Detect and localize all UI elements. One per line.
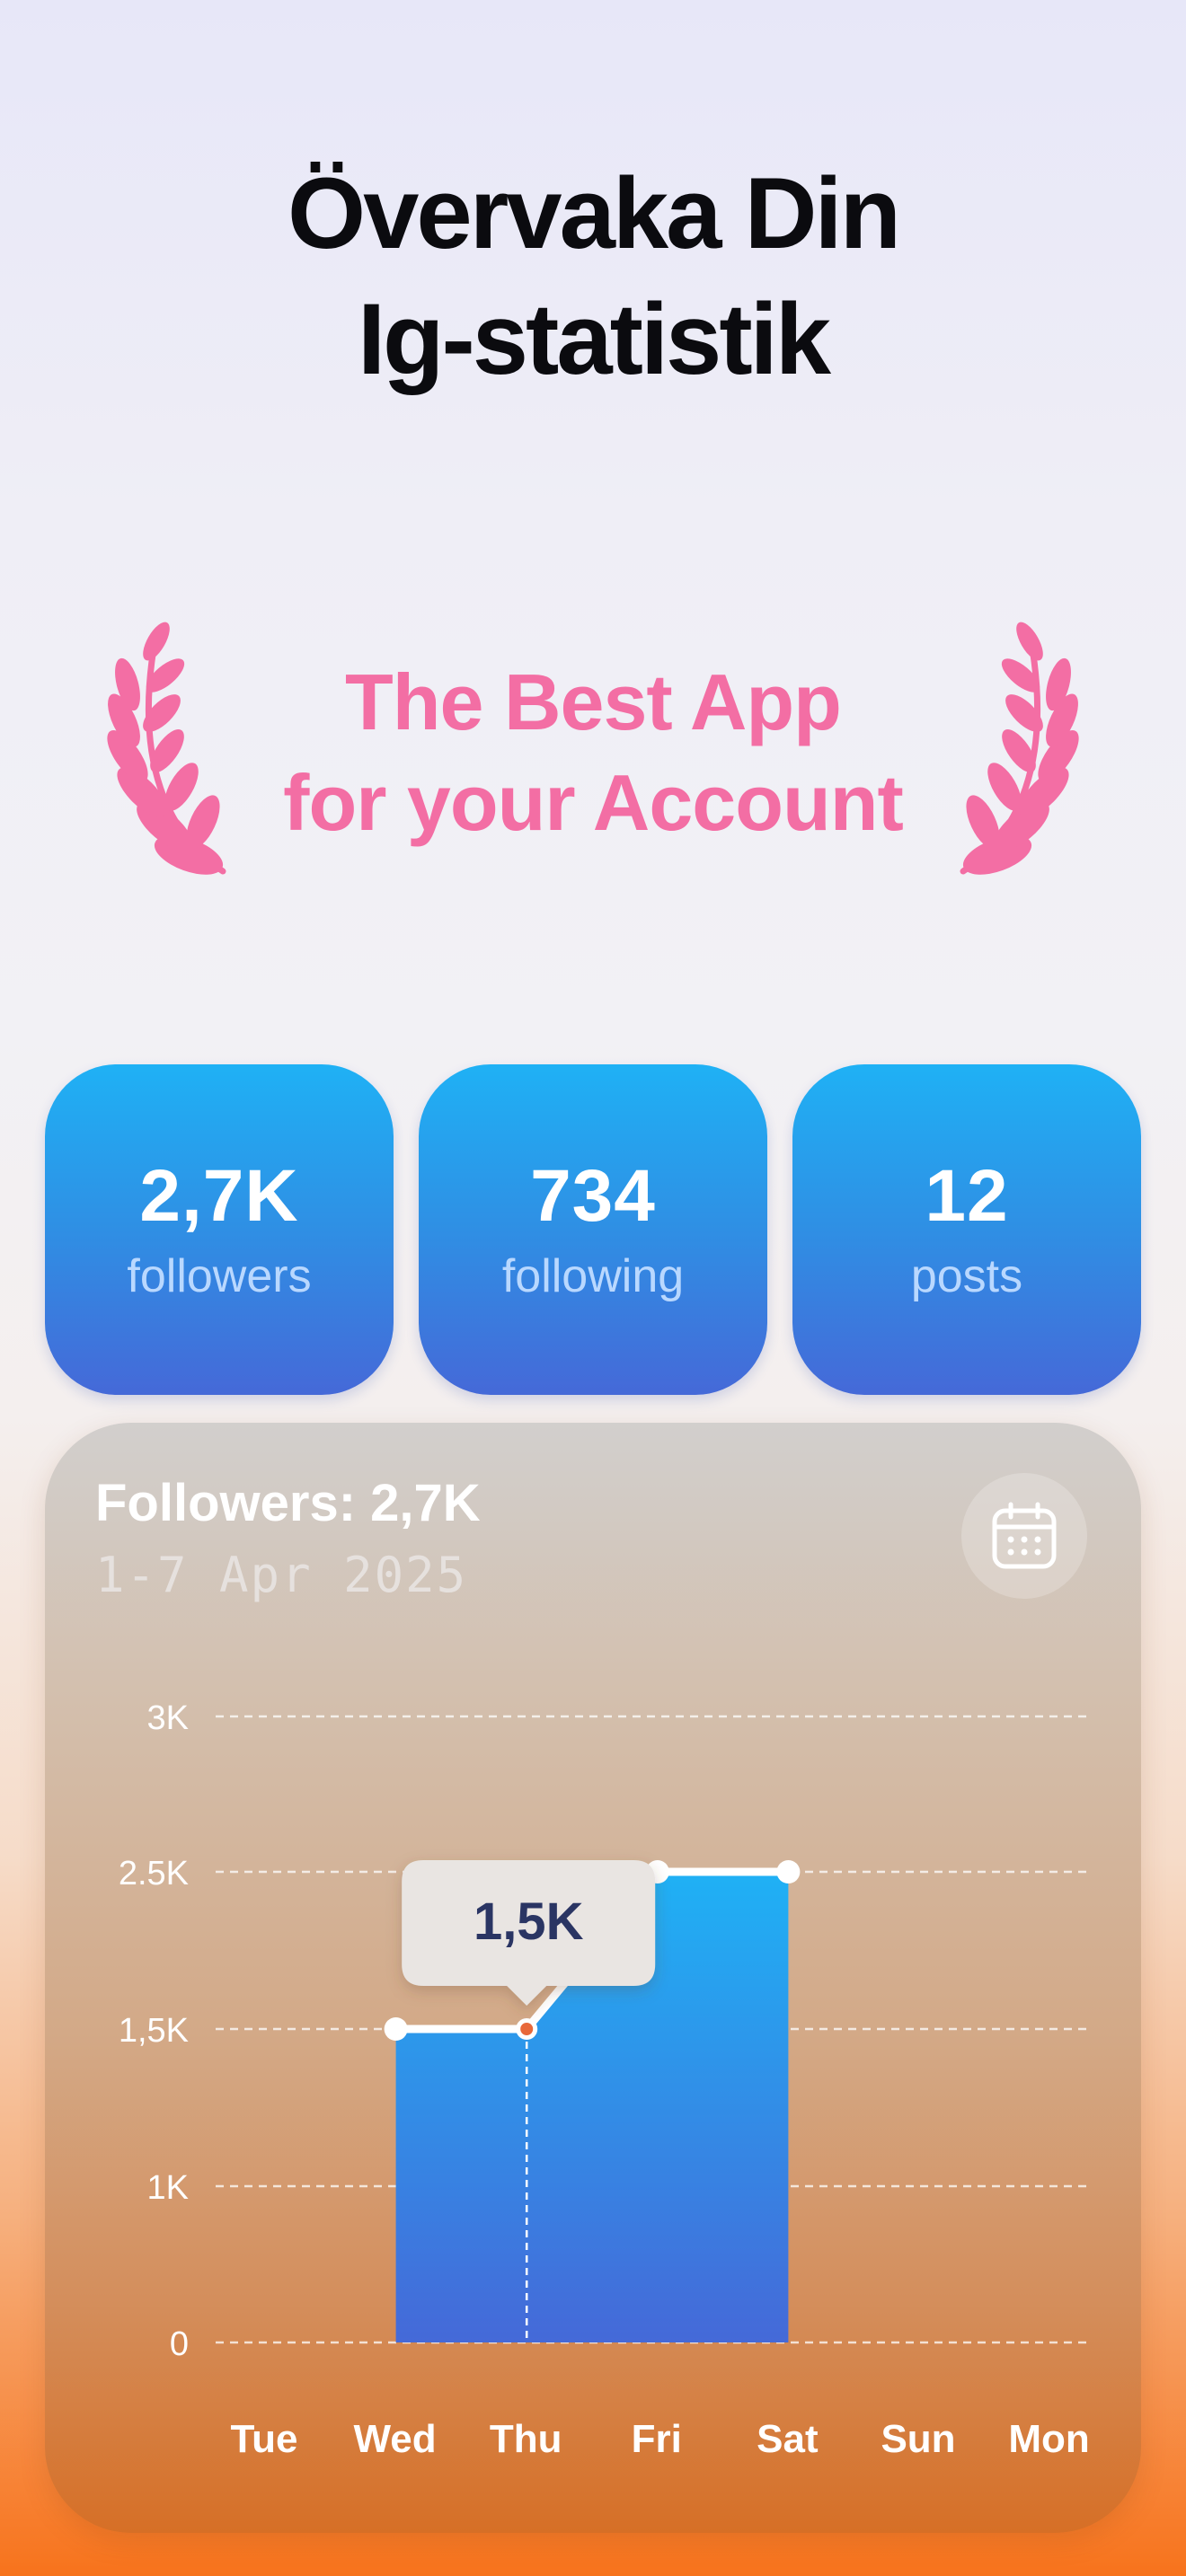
date-range: 1-7 Apr 2025 [95,1547,468,1603]
stat-card-following[interactable]: 734 following [419,1064,767,1395]
stat-value: 12 [925,1155,1009,1237]
stat-label: following [501,1250,685,1302]
followers-chart-card: 0 1K 1,5K 2.5K 3K Tue Wed Thu Fri Sat Sun Mon 1,5K… [45,1423,1141,2533]
headline-line-1: Övervaka Din [288,157,901,269]
calendar-icon [992,1502,1057,1569]
headline-line-2: Ig-statistik [357,283,831,395]
x-tick-label: Mon [1008,2417,1089,2461]
data-point[interactable] [384,2017,408,2041]
x-tick-label: Wed [354,2417,437,2461]
stat-label: posts [910,1250,1023,1302]
stats-row: 2,7K followers 734 following 12 posts [45,1064,1141,1395]
x-tick-label: Fri [632,2417,682,2461]
x-tick-label: Thu [490,2417,562,2461]
award-banner: The Best App for your Account [0,620,1186,889]
x-tick-label: Sat [757,2417,819,2461]
stat-value: 734 [530,1155,656,1237]
y-tick-label: 1,5K [119,2012,189,2050]
y-tick-label: 3K [147,1699,189,1737]
data-point[interactable] [776,1860,801,1883]
y-tick-label: 1K [147,2169,189,2207]
card-title: Followers: 2,7K [95,1474,481,1532]
laurel-right-icon [960,622,1079,875]
headline: Övervaka Din Ig-statistik [0,151,1186,402]
x-tick-label: Sun [881,2417,955,2461]
y-tick-label: 0 [170,2325,189,2363]
y-tick-label: 2.5K [119,1855,189,1892]
stat-value: 2,7K [139,1155,299,1237]
data-point-marker [520,2023,534,2035]
calendar-button[interactable] [961,1473,1087,1599]
stat-label: followers [127,1250,312,1302]
tooltip-value: 1,5K [474,1892,584,1951]
value-tooltip: 1,5K [402,1860,656,2006]
stat-card-posts[interactable]: 12 posts [792,1064,1141,1395]
x-tick-label: Tue [231,2417,298,2461]
stat-card-followers[interactable]: 2,7K followers [45,1064,394,1395]
